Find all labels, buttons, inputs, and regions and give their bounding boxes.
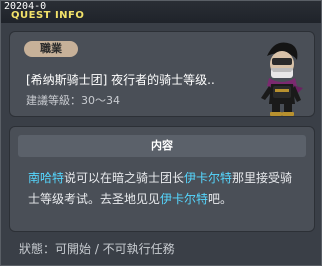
quest-status: 狀態：可開始 / 不可執行任務 [19, 242, 175, 256]
recommended-level: 建議等級：30～34 [26, 94, 120, 107]
titlebar[interactable]: 20204-0 QUEST INFO [1, 1, 321, 23]
quest-summary-card: 職業 [希纳斯骑士团] 夜行者的骑士等级.. 建議等級：30～34 [9, 31, 315, 117]
quest-info-window: 20204-0 QUEST INFO 職業 [希纳斯骑士团] 夜行者的骑士等级.… [0, 0, 322, 266]
description-text: 吧。 [208, 192, 233, 206]
npc-name-nanhart: 南哈特 [28, 171, 65, 185]
quest-name: [希纳斯骑士团] 夜行者的骑士等级.. [26, 73, 215, 87]
description-text: 说可以在暗之骑士团长 [64, 171, 185, 185]
window-title: QUEST INFO [11, 10, 85, 21]
npc-name-ikarte: 伊卡尔特 [160, 192, 209, 206]
quest-description: 南哈特说可以在暗之骑士团长伊卡尔特那里接受骑士等级考试。去圣地见见伊卡尔特吧。 [28, 168, 298, 210]
content-header: 内容 [18, 135, 306, 157]
npc-name-ikarte: 伊卡尔特 [184, 171, 233, 185]
job-badge: 職業 [24, 41, 78, 57]
quest-content-card: 内容 南哈特说可以在暗之骑士团长伊卡尔特那里接受骑士等级考试。去圣地见见伊卡尔特… [9, 126, 315, 232]
npc-portrait [261, 42, 303, 116]
